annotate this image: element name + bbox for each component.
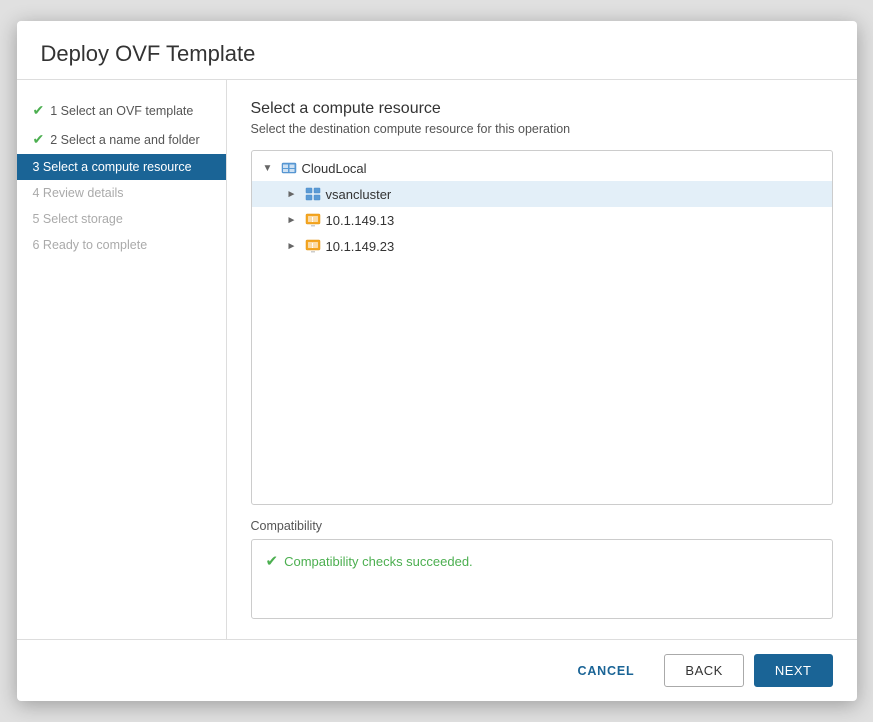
check-icon-compatibility: ✔: [266, 552, 279, 570]
sidebar-step2-label: 2 Select a name and folder: [50, 133, 199, 147]
dialog-footer: CANCEL BACK NEXT: [17, 639, 857, 701]
sidebar-step4-label: 4 Review details: [33, 186, 124, 200]
tree-label-vsancluster: vsancluster: [326, 187, 392, 202]
host-warning-icon: !: [304, 211, 322, 229]
back-button[interactable]: BACK: [664, 654, 743, 687]
chevron-right-icon-host1: ►: [284, 212, 300, 228]
main-title: Select a compute resource: [251, 100, 833, 118]
chevron-right-icon-vsancluster: ►: [284, 186, 300, 202]
sidebar-step3-label: 3 Select a compute resource: [33, 160, 192, 174]
compatibility-box: ✔ Compatibility checks succeeded.: [251, 539, 833, 619]
compatibility-label: Compatibility: [251, 519, 833, 533]
tree-item-cloudlocal[interactable]: ▼ CloudLocal: [252, 155, 832, 181]
sidebar-step5-label: 5 Select storage: [33, 212, 123, 226]
next-button[interactable]: NEXT: [754, 654, 833, 687]
cancel-button[interactable]: CANCEL: [558, 656, 655, 686]
compute-resource-tree[interactable]: ▼ CloudLocal ►: [251, 150, 833, 505]
check-icon-step1: ✔: [33, 102, 45, 119]
svg-text:!: !: [311, 243, 313, 250]
sidebar: ✔ 1 Select an OVF template ✔ 2 Select a …: [17, 80, 227, 639]
sidebar-item-step3[interactable]: 3 Select a compute resource: [17, 154, 226, 180]
compatibility-message-text: Compatibility checks succeeded.: [284, 554, 473, 569]
tree-label-cloudlocal: CloudLocal: [302, 161, 367, 176]
dialog-title: Deploy OVF Template: [41, 41, 833, 67]
chevron-right-icon-host2: ►: [284, 238, 300, 254]
dialog-body: ✔ 1 Select an OVF template ✔ 2 Select a …: [17, 80, 857, 639]
chevron-down-icon: ▼: [260, 160, 276, 176]
sidebar-item-step5: 5 Select storage: [17, 206, 226, 232]
deploy-ovf-dialog: Deploy OVF Template ✔ 1 Select an OVF te…: [17, 21, 857, 701]
compatibility-section: Compatibility ✔ Compatibility checks suc…: [251, 519, 833, 619]
sidebar-item-step2[interactable]: ✔ 2 Select a name and folder: [17, 125, 226, 154]
check-icon-step2: ✔: [33, 131, 45, 148]
main-content: Select a compute resource Select the des…: [227, 80, 857, 639]
tree-item-host2[interactable]: ► ! 10.1.149.23: [252, 233, 832, 259]
sidebar-item-step4: 4 Review details: [17, 180, 226, 206]
tree-item-host1[interactable]: ► ! 10.1.149.13: [252, 207, 832, 233]
cluster-icon: [304, 185, 322, 203]
tree-label-host1: 10.1.149.13: [326, 213, 395, 228]
sidebar-step6-label: 6 Ready to complete: [33, 238, 148, 252]
datacenter-icon: [280, 159, 298, 177]
sidebar-item-step6: 6 Ready to complete: [17, 232, 226, 258]
dialog-header: Deploy OVF Template: [17, 21, 857, 80]
main-subtitle: Select the destination compute resource …: [251, 122, 833, 136]
compatibility-success-message: ✔ Compatibility checks succeeded.: [266, 552, 818, 570]
sidebar-step1-label: 1 Select an OVF template: [50, 104, 193, 118]
tree-label-host2: 10.1.149.23: [326, 239, 395, 254]
host-warning-icon-2: !: [304, 237, 322, 255]
sidebar-item-step1[interactable]: ✔ 1 Select an OVF template: [17, 96, 226, 125]
svg-text:!: !: [311, 217, 313, 224]
tree-item-vsancluster[interactable]: ► vsancluster: [252, 181, 832, 207]
